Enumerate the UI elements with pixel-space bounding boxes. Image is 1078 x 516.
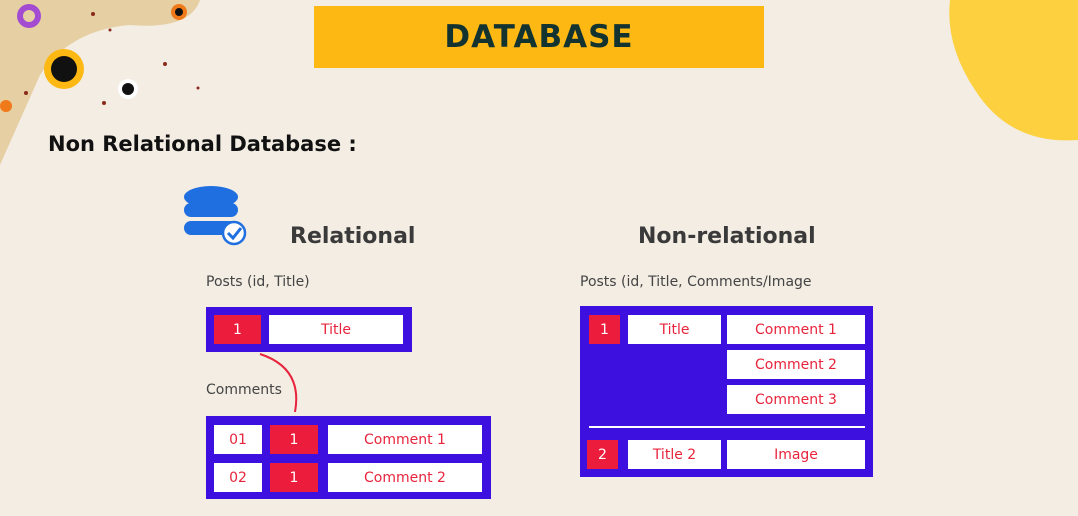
doc-comment-cell: Comment 2 bbox=[727, 350, 865, 379]
corner-decoration-top-right bbox=[949, 0, 1078, 141]
doc-comment-cell: Comment 1 bbox=[727, 315, 865, 344]
posts-document-table: 1 Title Comment 1 Comment 2 Comment 3 2 … bbox=[580, 306, 873, 477]
comments-table: 01 1 Comment 1 02 1 Comment 2 bbox=[206, 416, 491, 499]
doc-post-id-cell: 1 bbox=[589, 315, 620, 344]
post-id-cell: 1 bbox=[214, 315, 261, 344]
doc-title-cell: Title 2 bbox=[628, 440, 721, 469]
comment-text-cell: Comment 1 bbox=[328, 425, 482, 454]
section-title: Non Relational Database : bbox=[48, 132, 357, 156]
doc-image-cell: Image bbox=[727, 440, 865, 469]
doc-post-id-cell: 2 bbox=[587, 440, 618, 469]
posts-table: 1 Title bbox=[206, 307, 412, 352]
doc-title-cell: Title bbox=[628, 315, 721, 344]
nonrelational-heading: Non-relational bbox=[638, 224, 816, 249]
database-check-icon bbox=[184, 186, 247, 246]
comment-post-id-cell: 1 bbox=[270, 425, 318, 454]
comment-id-cell: 01 bbox=[214, 425, 262, 454]
title-banner: DATABASE bbox=[314, 6, 764, 68]
comment-id-cell: 02 bbox=[214, 463, 262, 492]
comment-post-id-cell: 1 bbox=[270, 463, 318, 492]
nonrelational-caption: Posts (id, Title, Comments/Image bbox=[580, 274, 812, 290]
posts-caption: Posts (id, Title) bbox=[206, 274, 310, 290]
document-divider bbox=[589, 426, 865, 428]
comment-text-cell: Comment 2 bbox=[328, 463, 482, 492]
comments-caption: Comments bbox=[206, 382, 282, 398]
post-title-cell: Title bbox=[269, 315, 403, 344]
relational-heading: Relational bbox=[290, 224, 416, 249]
doc-comment-cell: Comment 3 bbox=[727, 385, 865, 414]
banner-title: DATABASE bbox=[444, 19, 634, 55]
